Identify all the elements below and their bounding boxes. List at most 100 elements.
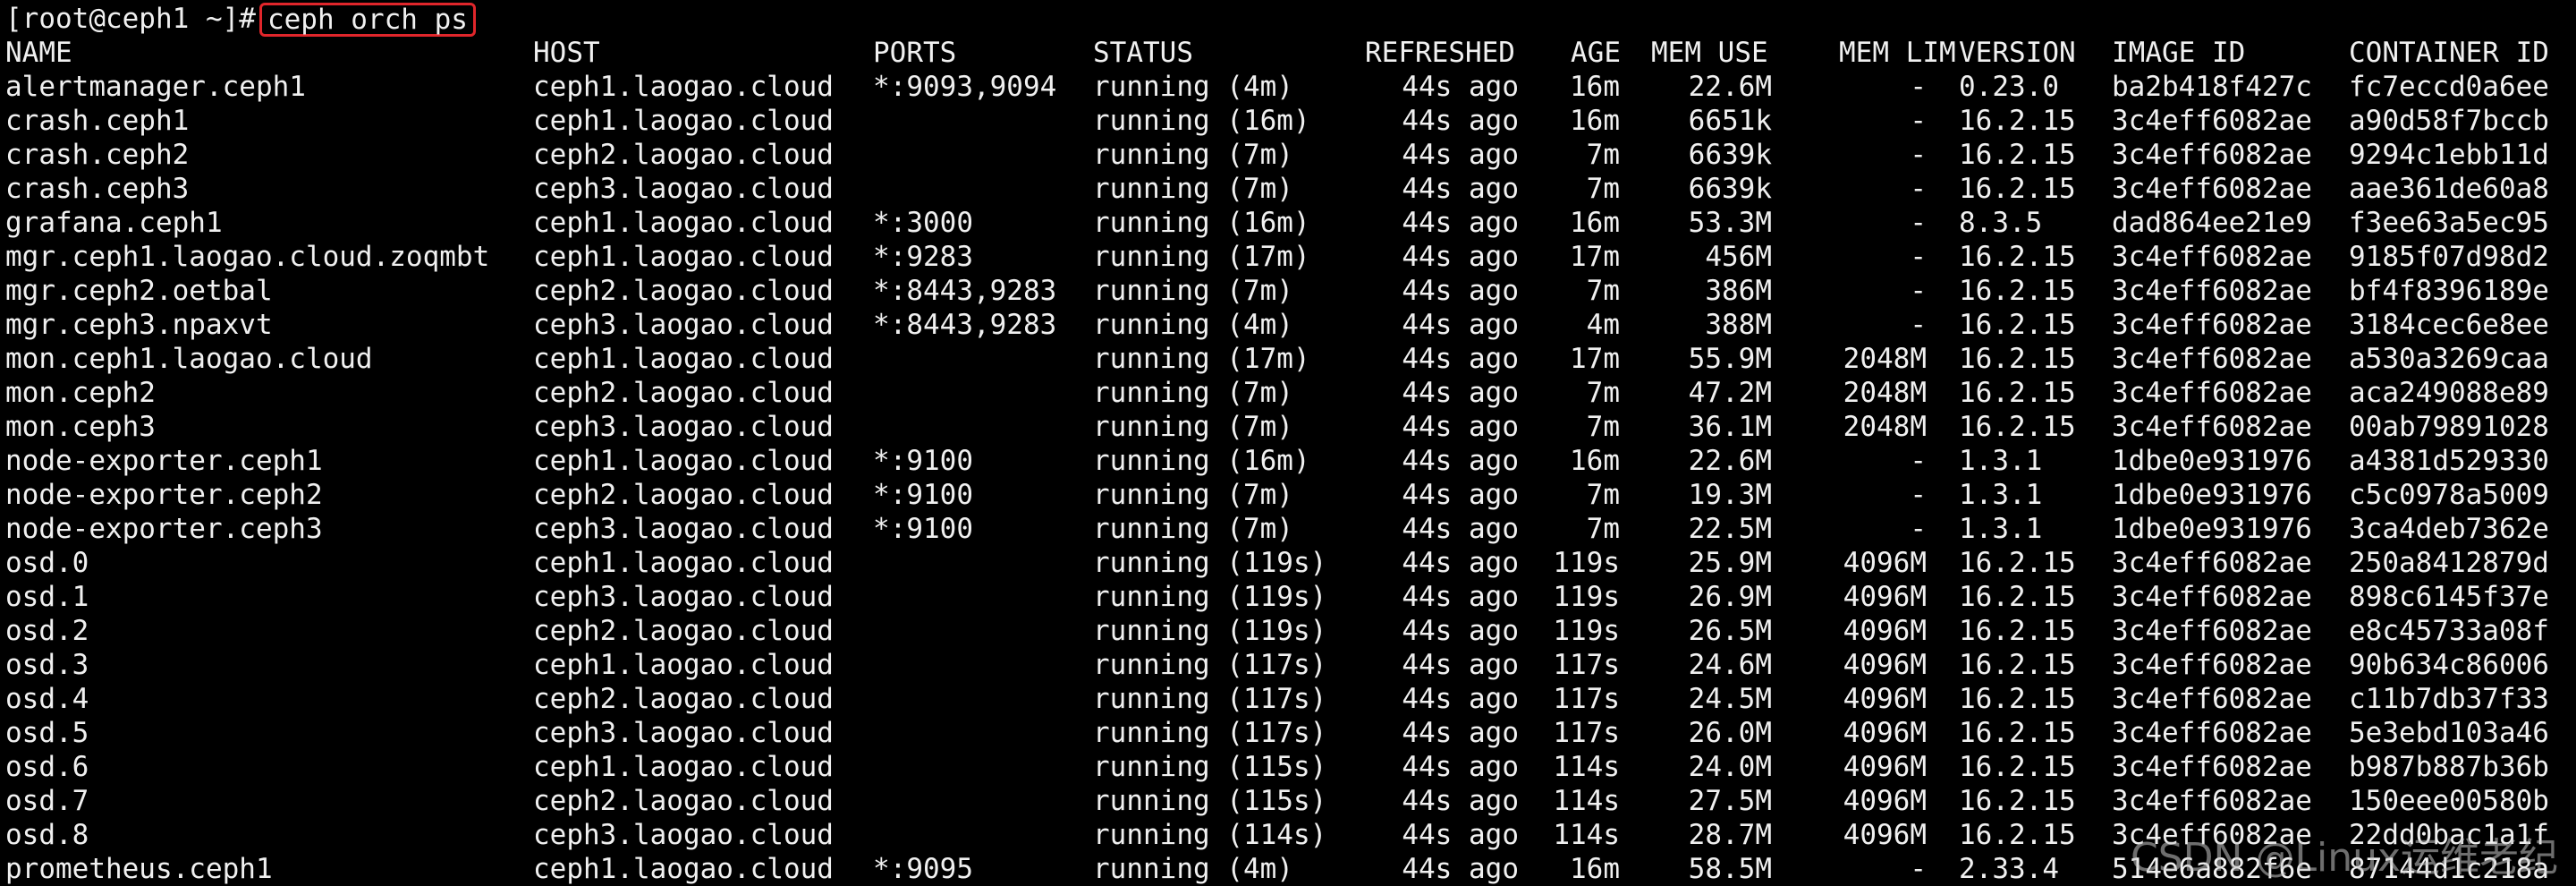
cell-age: 17m [1570, 241, 1620, 273]
cell-mem-lim: 2048M [1843, 377, 1927, 409]
column-header-status: STATUS [1093, 37, 1193, 69]
cell-version: 1.3.1 [1959, 479, 2043, 511]
column-header-mem-use: MEM USE [1651, 37, 1768, 69]
cell-mem-use: 388M [1705, 309, 1772, 341]
cell-image-id: dad864ee21e9 [2112, 207, 2312, 239]
table-row: osd.4 ceph2.laogao.cloud running (117s) 44s… [5, 682, 2572, 716]
cell-age: 117s [1553, 683, 1620, 715]
cell-name: osd.0 [5, 547, 89, 579]
cell-age: 7m [1586, 513, 1620, 545]
cell-mem-lim: - [1910, 241, 1927, 273]
cell-age: 114s [1553, 819, 1620, 851]
cell-refreshed: 44s ago [1402, 785, 1519, 817]
cell-refreshed: 44s ago [1402, 615, 1519, 647]
cell-status: running (115s) [1093, 751, 1327, 783]
cell-age: 7m [1586, 479, 1620, 511]
cell-mem-lim: - [1910, 207, 1927, 239]
cell-status: running (117s) [1093, 649, 1327, 681]
cell-container-id: c11b7db37f33 [2349, 683, 2549, 715]
cell-mem-use: 6639k [1688, 173, 1772, 205]
cell-version: 16.2.15 [1959, 649, 2076, 681]
cell-container-id: fc7eccd0a6ee [2349, 71, 2549, 103]
cell-image-id: 3c4eff6082ae [2112, 377, 2312, 409]
cell-version: 16.2.15 [1959, 615, 2076, 647]
cell-mem-use: 47.2M [1688, 377, 1772, 409]
cell-container-id: 3ca4deb7362e [2349, 513, 2549, 545]
cell-mem-use: 26.0M [1688, 717, 1772, 749]
cell-refreshed: 44s ago [1402, 853, 1519, 885]
cell-refreshed: 44s ago [1402, 445, 1519, 477]
cell-age: 17m [1570, 343, 1620, 375]
cell-mem-lim: 4096M [1843, 819, 1927, 851]
cell-status: running (119s) [1093, 615, 1327, 647]
cell-status: running (119s) [1093, 581, 1327, 613]
cell-age: 16m [1570, 71, 1620, 103]
cell-name: mgr.ceph2.oetbal [5, 275, 273, 307]
cell-mem-lim: 4096M [1843, 683, 1927, 715]
table-row: mon.ceph3 ceph3.laogao.cloud running (7m) 4… [5, 410, 2572, 444]
cell-container-id: b987b887b36b [2349, 751, 2549, 783]
cell-refreshed: 44s ago [1402, 71, 1519, 103]
cell-refreshed: 44s ago [1402, 649, 1519, 681]
cell-container-id: a530a3269caa [2349, 343, 2549, 375]
cell-image-id: 3c4eff6082ae [2112, 751, 2312, 783]
column-header-mem-lim: MEM LIM [1839, 37, 1956, 69]
table-row: mon.ceph2 ceph2.laogao.cloud running (7m) 4… [5, 376, 2572, 410]
cell-refreshed: 44s ago [1402, 207, 1519, 239]
cell-host: ceph2.laogao.cloud [533, 139, 834, 171]
cell-container-id: 250a8412879d [2349, 547, 2549, 579]
cell-status: running (119s) [1093, 547, 1327, 579]
cell-mem-use: 53.3M [1688, 207, 1772, 239]
table-row: crash.ceph1 ceph1.laogao.cloud running (16… [5, 104, 2572, 138]
cell-host: ceph3.laogao.cloud [533, 173, 834, 205]
cell-status: running (4m) [1093, 853, 1293, 885]
cell-mem-use: 27.5M [1688, 785, 1772, 817]
cell-mem-lim: - [1910, 139, 1927, 171]
cell-container-id: c5c0978a5009 [2349, 479, 2549, 511]
cell-container-id: 150eee00580b [2349, 785, 2549, 817]
cell-age: 119s [1553, 581, 1620, 613]
cell-image-id: 1dbe0e931976 [2112, 445, 2312, 477]
cell-host: ceph1.laogao.cloud [533, 649, 834, 681]
cell-host: ceph1.laogao.cloud [533, 105, 834, 137]
cell-refreshed: 44s ago [1402, 275, 1519, 307]
cell-version: 0.23.0 [1959, 71, 2059, 103]
shell-prompt: [root@ceph1 ~]# [5, 3, 256, 35]
cell-container-id: e8c45733a08f [2349, 615, 2549, 647]
column-header-name: NAME [5, 37, 72, 69]
cell-version: 16.2.15 [1959, 377, 2076, 409]
table-row: osd.2 ceph2.laogao.cloud running (119s) 44s… [5, 614, 2572, 648]
cell-age: 119s [1553, 547, 1620, 579]
cell-image-id: 3c4eff6082ae [2112, 173, 2312, 205]
terminal-window[interactable]: [root@ceph1 ~]# ceph orch ps NAME HOST PORT… [0, 0, 2576, 886]
cell-container-id: 9185f07d98d2 [2349, 241, 2549, 273]
cell-age: 114s [1553, 751, 1620, 783]
cell-name: osd.3 [5, 649, 89, 681]
cell-mem-lim: - [1910, 445, 1927, 477]
cell-image-id: 3c4eff6082ae [2112, 785, 2312, 817]
cell-name: osd.2 [5, 615, 89, 647]
cell-container-id: a90d58f7bccb [2349, 105, 2549, 137]
cell-refreshed: 44s ago [1402, 343, 1519, 375]
cell-name: node-exporter.ceph2 [5, 479, 323, 511]
cell-mem-use: 24.5M [1688, 683, 1772, 715]
table-row: alertmanager.ceph1 ceph1.laogao.cloud *:90… [5, 70, 2572, 104]
cell-version: 1.3.1 [1959, 513, 2043, 545]
cell-version: 16.2.15 [1959, 785, 2076, 817]
cell-name: prometheus.ceph1 [5, 853, 273, 885]
cell-mem-use: 26.9M [1688, 581, 1772, 613]
cell-host: ceph1.laogao.cloud [533, 71, 834, 103]
cell-mem-lim: - [1910, 173, 1927, 205]
column-header-host: HOST [533, 37, 600, 69]
cell-mem-lim: - [1910, 479, 1927, 511]
table-row: osd.6 ceph1.laogao.cloud running (115s) 44s… [5, 750, 2572, 784]
table-row: osd.0 ceph1.laogao.cloud running (119s) 44s… [5, 546, 2572, 580]
cell-status: running (114s) [1093, 819, 1327, 851]
cell-ports: *:9283 [873, 241, 973, 273]
cell-mem-use: 36.1M [1688, 411, 1772, 443]
cell-status: running (17m) [1093, 241, 1310, 273]
cell-mem-use: 25.9M [1688, 547, 1772, 579]
cell-age: 114s [1553, 785, 1620, 817]
cell-host: ceph1.laogao.cloud [533, 751, 834, 783]
cell-status: running (16m) [1093, 105, 1310, 137]
